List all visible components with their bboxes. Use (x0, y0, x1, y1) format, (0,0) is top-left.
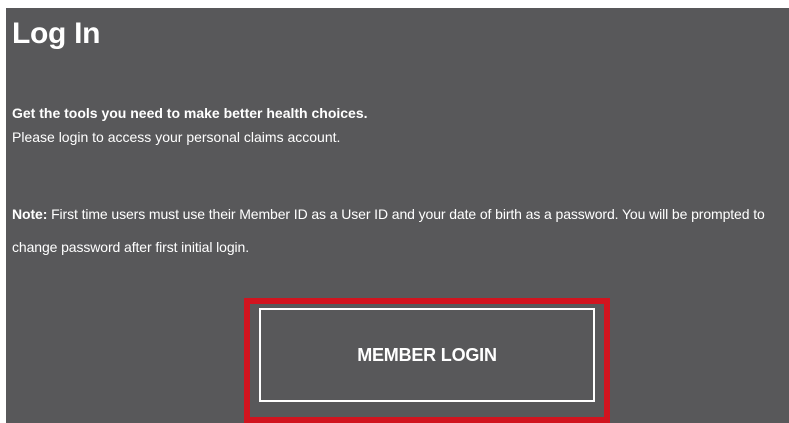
first-time-note: Note: First time users must use their Me… (12, 198, 789, 264)
page-title: Log In (12, 17, 101, 50)
subtitle: Please login to access your personal cla… (12, 129, 341, 145)
member-login-button[interactable]: MEMBER LOGIN (259, 308, 595, 402)
note-text: First time users must use their Member I… (12, 206, 765, 255)
tagline: Get the tools you need to make better he… (12, 105, 368, 121)
note-label: Note: (12, 206, 48, 222)
intro-text: Get the tools you need to make better he… (12, 101, 787, 149)
